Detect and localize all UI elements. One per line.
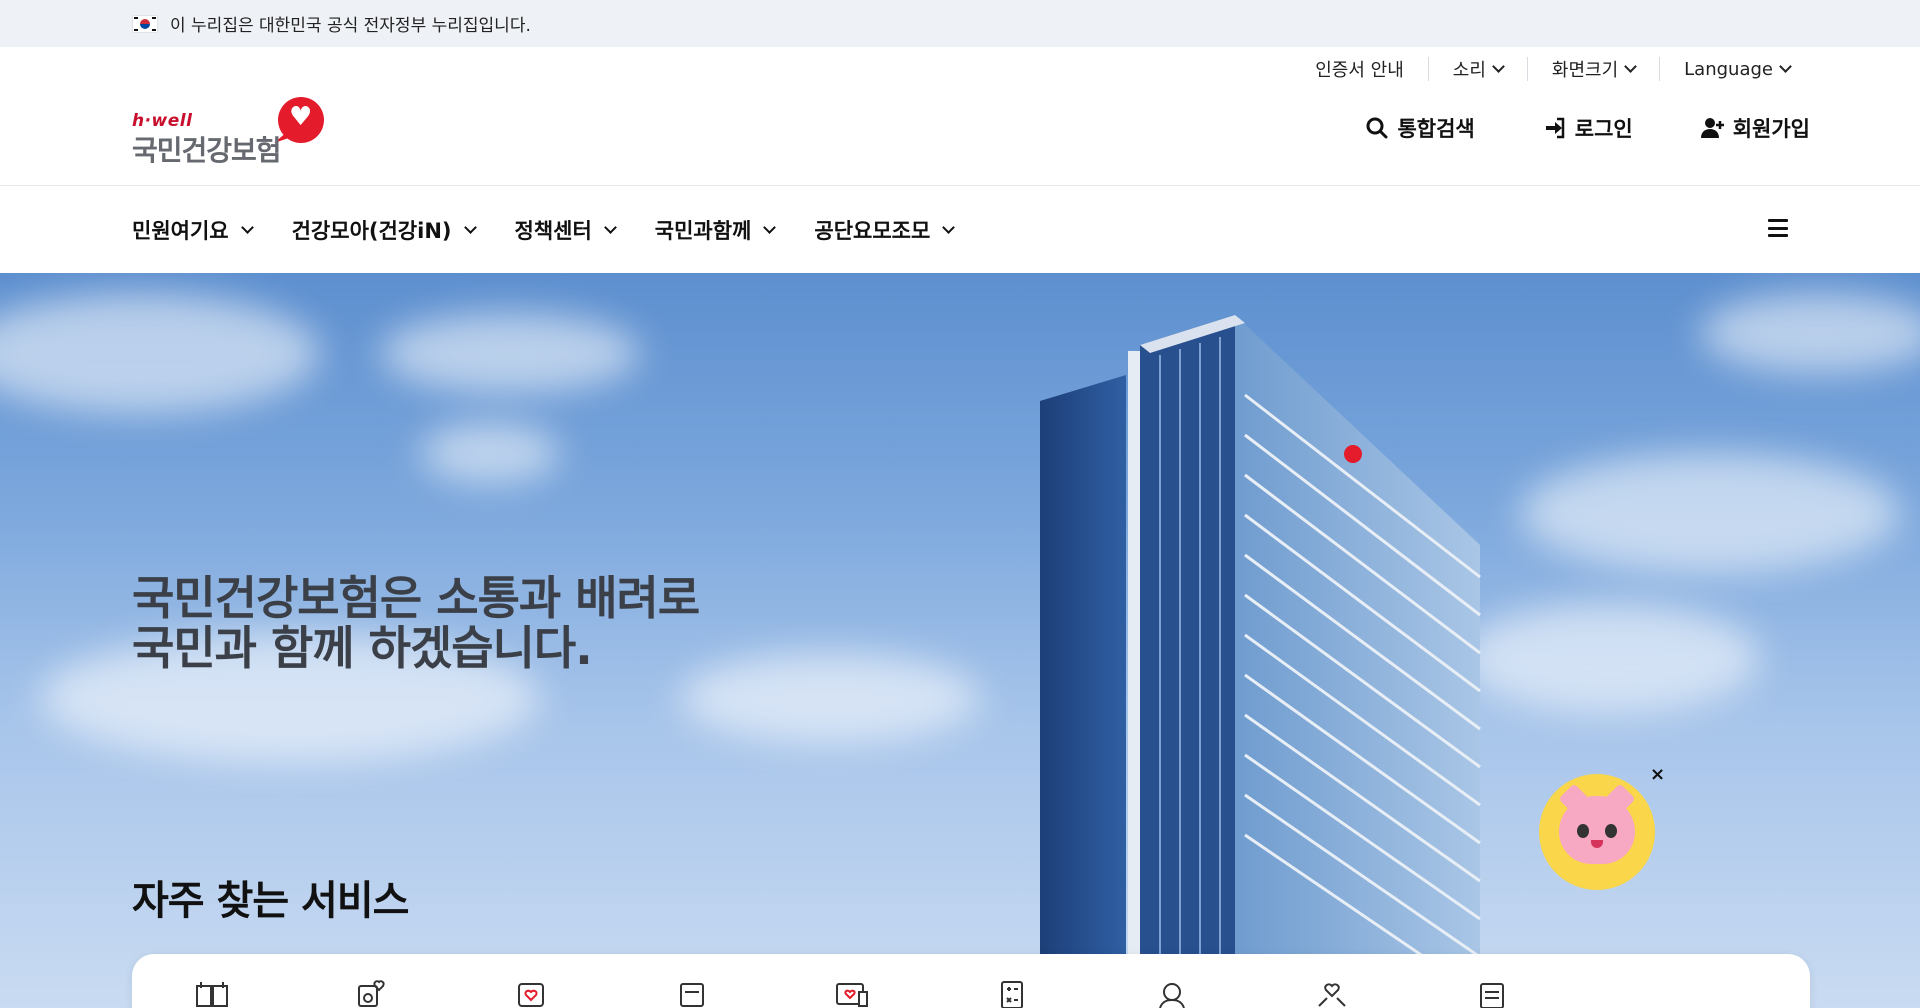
chevron-down-icon	[1492, 60, 1505, 73]
cloud	[0, 293, 320, 413]
korea-flag-icon	[132, 14, 158, 33]
nav-item-label: 정책센터	[514, 218, 592, 243]
heart-hands-icon	[1318, 983, 1346, 1007]
login-label: 로그인	[1574, 117, 1633, 141]
hamburger-menu-icon[interactable]	[1768, 219, 1788, 237]
main-nav: 민원여기요 건강모아(건강iN) 정책센터 국민과함께 공단요모조모	[0, 186, 1920, 273]
gov-banner: 이 누리집은 대한민국 공식 전자정부 누리집입니다.	[0, 0, 1920, 47]
chatbot-eye	[1577, 824, 1589, 838]
language-label: Language	[1684, 58, 1773, 80]
nav-item-label: 건강모아(건강iN)	[291, 218, 452, 243]
chevron-down-icon	[463, 220, 477, 234]
logo-tagline: h·well	[132, 111, 193, 131]
health-check-icon	[358, 980, 385, 1007]
service-item[interactable]	[1412, 980, 1572, 1008]
language-dropdown[interactable]: Language	[1659, 57, 1792, 81]
signup-button[interactable]: 회원가입	[1700, 113, 1810, 143]
cloud	[1520, 453, 1900, 573]
chevron-down-icon	[942, 220, 956, 234]
nav-item-policy[interactable]: 정책센터	[514, 215, 617, 245]
chatbot-mascot-icon	[1559, 796, 1635, 864]
service-item[interactable]	[1092, 980, 1252, 1008]
site-header: h·well 국민건강보험 인증서 안내 소리 화면크기 Language 통합…	[0, 47, 1920, 186]
document-icon	[680, 983, 704, 1007]
calendar-won-icon	[196, 982, 228, 1007]
chatbot-button[interactable]	[1539, 774, 1655, 890]
nav-item-health-in[interactable]: 건강모아(건강iN)	[291, 215, 477, 245]
zoom-dropdown[interactable]: 화면크기	[1526, 57, 1659, 81]
nav-item-label: 민원여기요	[132, 218, 229, 243]
services-panel	[132, 954, 1810, 1008]
chatbot-eye	[1605, 824, 1617, 838]
cloud	[1460, 603, 1760, 713]
cert-guide-label: 인증서 안내	[1315, 60, 1404, 81]
form-icon	[1480, 983, 1504, 1008]
service-item[interactable]	[772, 980, 932, 1008]
signup-label: 회원가입	[1732, 117, 1810, 141]
login-button[interactable]: 로그인	[1543, 113, 1633, 143]
zoom-label: 화면크기	[1551, 60, 1619, 81]
nav-item-label: 공단요모조모	[814, 218, 931, 243]
chatbot-close-button[interactable]: ×	[1650, 764, 1665, 785]
cloud	[380, 313, 640, 393]
cert-guide-link[interactable]: 인증서 안내	[1291, 57, 1428, 81]
search-person-icon	[1159, 983, 1185, 1008]
hero-headline-line2: 국민과 함께 하겠습니다.	[132, 621, 593, 675]
chevron-down-icon	[240, 220, 254, 234]
nav-item-label: 국민과함께	[654, 218, 752, 243]
search-button[interactable]: 통합검색	[1365, 113, 1475, 143]
logo-name: 국민건강보험	[132, 134, 282, 167]
service-item[interactable]	[292, 980, 452, 1008]
service-item[interactable]	[1252, 980, 1412, 1008]
chevron-down-icon	[603, 220, 617, 234]
cloud	[1700, 293, 1920, 373]
sound-dropdown[interactable]: 소리	[1427, 57, 1527, 81]
login-icon	[1545, 117, 1564, 139]
add-user-icon	[1700, 118, 1724, 138]
chevron-down-icon	[1624, 60, 1638, 73]
hero-headline-line1: 국민건강보험은 소통과 배려로	[132, 571, 700, 625]
sound-label: 소리	[1452, 60, 1486, 81]
chevron-down-icon	[1779, 60, 1792, 73]
cloud	[420, 423, 560, 483]
services-title: 자주 찾는 서비스	[132, 878, 409, 924]
utility-menu: 인증서 안내 소리 화면크기 Language	[1291, 57, 1792, 81]
nav-item-with-people[interactable]: 국민과함께	[654, 215, 777, 245]
service-item[interactable]	[612, 980, 772, 1008]
service-item[interactable]	[452, 980, 612, 1008]
site-logo[interactable]: h·well 국민건강보험	[132, 97, 327, 167]
cloud	[680, 653, 980, 743]
hero-headline: 국민건강보험은 소통과 배려로 국민과 함께 하겠습니다.	[132, 571, 700, 675]
heart-monitor-icon	[836, 983, 868, 1007]
gov-banner-text: 이 누리집은 대한민국 공식 전자정부 누리집입니다.	[170, 16, 531, 36]
heart-card-icon	[518, 983, 544, 1007]
headquarters-building-image	[1040, 315, 1481, 1008]
nav-item-about[interactable]: 공단요모조모	[814, 215, 956, 245]
service-item[interactable]	[132, 980, 292, 1008]
chevron-down-icon	[763, 220, 777, 234]
header-actions: 통합검색 로그인 회원가입	[1365, 113, 1810, 143]
service-item[interactable]	[932, 980, 1092, 1008]
search-label: 통합검색	[1397, 117, 1475, 141]
search-icon	[1366, 117, 1388, 139]
calculator-icon	[1001, 981, 1023, 1008]
nav-item-minwon[interactable]: 민원여기요	[132, 215, 254, 245]
